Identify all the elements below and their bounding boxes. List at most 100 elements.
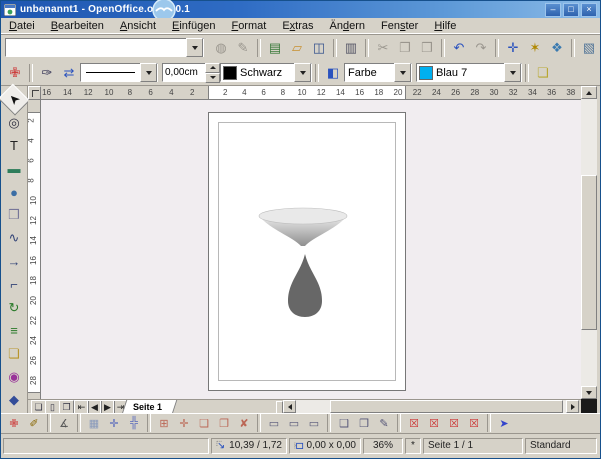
open-document-icon[interactable]: ▱ bbox=[286, 37, 308, 58]
snap-margins-off-icon[interactable]: ☒ bbox=[444, 414, 464, 432]
snap-to-snap-lines-icon[interactable]: ✛ bbox=[174, 414, 194, 432]
scroll-down-button[interactable] bbox=[581, 386, 597, 399]
spin-up-button[interactable] bbox=[205, 63, 220, 73]
save-document-icon[interactable]: ◫ bbox=[308, 37, 330, 58]
undo-icon[interactable]: ↶ bbox=[448, 37, 470, 58]
menu-ndern[interactable]: Ändern bbox=[322, 19, 374, 33]
snap-lines-off-icon[interactable]: ☒ bbox=[424, 414, 444, 432]
area-dialog-icon[interactable]: ◧ bbox=[322, 62, 344, 83]
arrange-icon[interactable]: ❏ bbox=[2, 344, 26, 365]
insert-graphics-icon[interactable]: ▧ bbox=[578, 37, 600, 58]
scroll-left-button[interactable] bbox=[283, 400, 296, 413]
edit-points-icon[interactable]: ✙ bbox=[4, 62, 26, 83]
drawing-view-button[interactable]: ❏ bbox=[31, 400, 46, 414]
lines-arrows-icon[interactable]: → bbox=[2, 251, 26, 272]
ellipse-icon[interactable]: ● bbox=[2, 182, 26, 203]
line-width-input[interactable] bbox=[163, 66, 205, 79]
fill-color-combobox[interactable]: Blau 7 bbox=[416, 63, 522, 82]
minimize-button[interactable]: – bbox=[545, 3, 561, 17]
horizontal-scrollbar[interactable] bbox=[296, 400, 566, 413]
snap-to-object-points-icon[interactable]: ✘ bbox=[234, 414, 254, 432]
guides-when-moving-icon[interactable]: ╬ bbox=[124, 414, 144, 432]
shadow-icon[interactable]: ❏ bbox=[532, 62, 554, 83]
show-snap-lines-icon[interactable]: ✛ bbox=[104, 414, 124, 432]
background-view-button[interactable]: ▯ bbox=[45, 400, 60, 414]
menu-ansicht[interactable]: Ansicht bbox=[112, 19, 164, 33]
menu-einfgen[interactable]: Einfügen bbox=[164, 19, 223, 33]
drawing-canvas[interactable] bbox=[41, 100, 581, 399]
insert-text-icon[interactable]: T bbox=[2, 135, 26, 156]
select-text-area-only-icon[interactable]: ▭ bbox=[284, 414, 304, 432]
url-input[interactable] bbox=[6, 39, 186, 56]
glue-points-mode-icon[interactable]: ✐ bbox=[24, 414, 44, 432]
show-grid-icon[interactable]: ▦ bbox=[84, 414, 104, 432]
double-click-to-edit-text-icon[interactable]: ▭ bbox=[304, 414, 324, 432]
status-page-field: Seite 1 / 1 bbox=[423, 438, 523, 454]
large-handles-icon[interactable]: ❒ bbox=[354, 414, 374, 432]
menu-fenster[interactable]: Fenster bbox=[373, 19, 426, 33]
menu-format[interactable]: Format bbox=[223, 19, 274, 33]
3d-objects-icon[interactable]: ❒ bbox=[2, 205, 26, 226]
spin-down-button[interactable] bbox=[205, 73, 220, 83]
status-zoom-field[interactable]: 36% bbox=[363, 438, 403, 454]
vertical-scrollbar[interactable] bbox=[581, 86, 597, 399]
select-mode-icon[interactable]: ➤ bbox=[494, 414, 514, 432]
maximize-button[interactable]: □ bbox=[563, 3, 579, 17]
titlebar[interactable]: unbenannt1 - OpenOffice.org 1.0.1 – □ × bbox=[1, 1, 600, 18]
menu-bearbeiten[interactable]: Bearbeiten bbox=[43, 19, 112, 33]
fill-style-dropdown-button[interactable] bbox=[394, 63, 411, 82]
vertical-ruler[interactable]: 246810121416182022242628 bbox=[28, 100, 41, 399]
simple-handles-icon[interactable]: ❑ bbox=[334, 414, 354, 432]
paste-icon: ❒ bbox=[416, 37, 438, 58]
rectangle-icon[interactable]: ▬ bbox=[2, 158, 26, 179]
page-tab[interactable]: Seite 1 bbox=[122, 400, 178, 414]
vertical-scroll-thumb[interactable] bbox=[581, 175, 597, 330]
line-style-combobox[interactable] bbox=[80, 63, 158, 82]
edit-points-mode-icon[interactable]: ✙ bbox=[4, 414, 24, 432]
snap-to-object-border-icon[interactable]: ❐ bbox=[214, 414, 234, 432]
ruler-origin-icon bbox=[32, 90, 39, 97]
snap-to-grid-icon[interactable]: ⊞ bbox=[154, 414, 174, 432]
line-style-dropdown-button[interactable] bbox=[140, 63, 157, 82]
snap-grid-off-icon[interactable]: ☒ bbox=[404, 414, 424, 432]
drop-shape bbox=[288, 254, 322, 317]
horizontal-scroll-thumb[interactable] bbox=[330, 400, 563, 413]
rotate-icon[interactable]: ↻ bbox=[2, 297, 26, 318]
url-combobox[interactable] bbox=[5, 38, 204, 57]
line-color-dropdown-button[interactable] bbox=[294, 63, 311, 82]
curve-icon[interactable]: ∿ bbox=[2, 228, 26, 249]
ruler-origin[interactable] bbox=[28, 86, 41, 100]
funnel-and-drop-object[interactable] bbox=[209, 113, 407, 392]
snap-to-page-margins-icon[interactable]: ❏ bbox=[194, 414, 214, 432]
close-button[interactable]: × bbox=[581, 3, 597, 17]
connector-icon[interactable]: ⌐ bbox=[2, 274, 26, 295]
scroll-up-button[interactable] bbox=[581, 86, 597, 99]
line-width-spinner[interactable] bbox=[162, 63, 216, 82]
modify-with-attributes-icon[interactable]: ✎ bbox=[374, 414, 394, 432]
print-document-icon[interactable]: ▥ bbox=[340, 37, 362, 58]
alignment-icon[interactable]: ≡ bbox=[2, 320, 26, 341]
snap-border-off-icon[interactable]: ☒ bbox=[464, 414, 484, 432]
url-dropdown-button[interactable] bbox=[186, 38, 203, 57]
scroll-right-button[interactable] bbox=[566, 400, 579, 413]
new-document-icon[interactable]: ▤ bbox=[264, 37, 286, 58]
layer-view-button[interactable]: ❐ bbox=[59, 400, 74, 414]
effects-icon[interactable]: ◉ bbox=[2, 367, 26, 388]
line-dialog-icon[interactable]: ✑ bbox=[36, 62, 58, 83]
menu-extras[interactable]: Extras bbox=[274, 19, 321, 33]
arrow-style-icon[interactable]: ⇄ bbox=[58, 62, 80, 83]
page[interactable] bbox=[208, 112, 406, 391]
menu-hilfe[interactable]: Hilfe bbox=[426, 19, 464, 33]
horizontal-ruler[interactable]: 1614121086422468101214161820222426283032… bbox=[41, 86, 581, 100]
fill-style-combobox[interactable]: Farbe bbox=[344, 63, 412, 82]
line-color-combobox[interactable]: Schwarz bbox=[220, 63, 312, 82]
navigator-icon[interactable]: ✛ bbox=[502, 37, 524, 58]
quick-edit-icon[interactable]: ▭ bbox=[264, 414, 284, 432]
3d-controller-icon[interactable]: ◆ bbox=[2, 390, 26, 411]
zoom-icon[interactable]: ✶ bbox=[524, 37, 546, 58]
gallery-icon[interactable]: ❖ bbox=[546, 37, 568, 58]
menu-datei[interactable]: Datei bbox=[1, 19, 43, 33]
fill-color-dropdown-button[interactable] bbox=[504, 63, 521, 82]
rotation-mode-icon[interactable]: ∡ bbox=[54, 414, 74, 432]
select-icon[interactable]: ➤ bbox=[0, 84, 30, 116]
